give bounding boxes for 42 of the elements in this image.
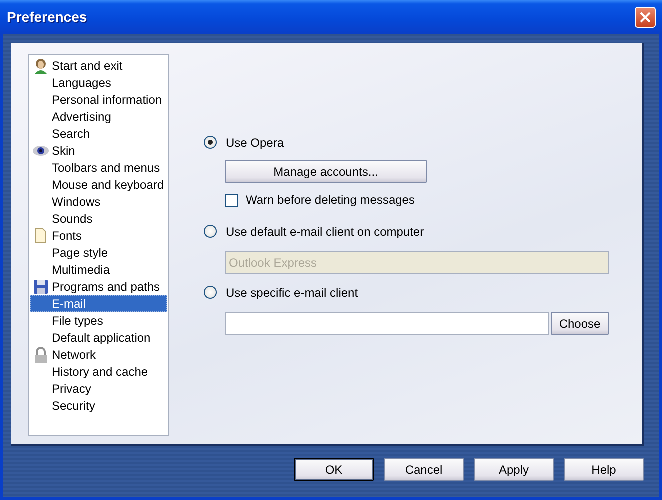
category-item[interactable]: Multimedia	[30, 261, 167, 278]
category-item[interactable]: Toolbars and menus	[30, 159, 167, 176]
category-item[interactable]: History and cache	[30, 363, 167, 380]
option-label: Use specific e-mail client	[226, 286, 358, 300]
option-label: Use default e-mail client on computer	[226, 224, 424, 238]
category-item[interactable]: Sounds	[30, 210, 167, 227]
radio-button[interactable]	[204, 136, 217, 149]
category-item[interactable]: Languages	[30, 74, 167, 91]
category-item[interactable]: Programs and paths	[30, 278, 167, 295]
category-item[interactable]: Start and exit	[30, 57, 167, 74]
dialog-button[interactable]: OK	[294, 458, 374, 481]
page-icon	[33, 228, 49, 244]
category-item[interactable]: E-mail	[30, 295, 167, 312]
category-item[interactable]: Mouse and keyboard	[30, 176, 167, 193]
checkbox-label: Warn before deleting messages	[246, 193, 415, 207]
manage-accounts-button[interactable]: Manage accounts...	[225, 160, 427, 183]
padlock-icon	[33, 346, 49, 362]
dialog-button[interactable]: Cancel	[384, 458, 464, 481]
category-item[interactable]: Default application	[30, 329, 167, 346]
category-item[interactable]: Personal information	[30, 91, 167, 108]
radio-button[interactable]	[204, 286, 217, 299]
category-item[interactable]: Windows	[30, 193, 167, 210]
client-path-field[interactable]	[225, 312, 549, 335]
person-icon	[33, 58, 49, 74]
window-title: Preferences	[7, 9, 88, 25]
category-item[interactable]: Security	[30, 397, 167, 414]
option-label: Use Opera	[226, 136, 284, 150]
category-item[interactable]: Page style	[30, 244, 167, 261]
radio-button[interactable]	[204, 225, 217, 238]
close-button[interactable]	[635, 6, 656, 28]
category-item[interactable]: Fonts	[30, 227, 167, 244]
category-item[interactable]: Advertising	[30, 108, 167, 125]
choose-button[interactable]: Choose	[551, 312, 609, 335]
close-icon	[640, 12, 651, 22]
checkbox[interactable]	[225, 194, 238, 206]
category-item[interactable]: Network	[30, 346, 167, 363]
category-item[interactable]: Privacy	[30, 380, 167, 397]
category-item[interactable]: Search	[30, 125, 167, 142]
category-item[interactable]: Skin	[30, 142, 167, 159]
dialog-button[interactable]: Help	[564, 458, 644, 481]
dialog-button[interactable]: Apply	[474, 458, 554, 481]
category-item[interactable]: File types	[30, 312, 167, 329]
